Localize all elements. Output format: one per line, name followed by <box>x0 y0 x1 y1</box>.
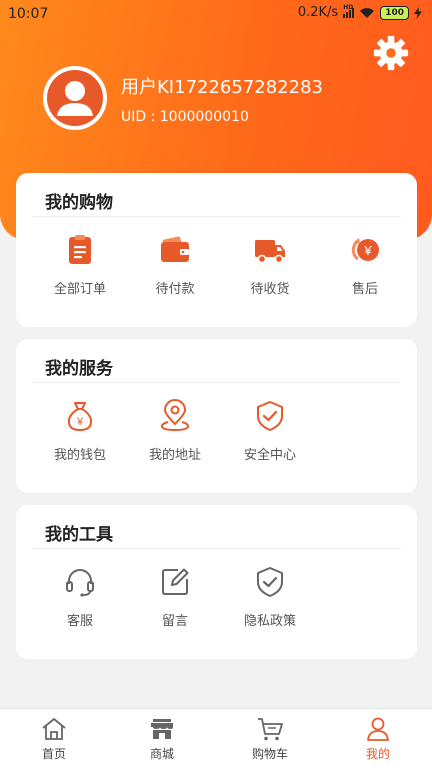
shopping-card: 我的购物 全部订单 待付款 待收货 ¥ 售后 <box>16 173 417 327</box>
pending-receipt-label: 待收货 <box>250 282 290 297</box>
security-center-label: 安全中心 <box>243 448 296 463</box>
after-sales-label: 售后 <box>351 282 378 297</box>
location-pin-icon <box>160 399 190 432</box>
privacy-policy-label: 隐私政策 <box>243 614 296 629</box>
tab-store[interactable]: 商城 <box>122 715 202 762</box>
settings-gear-icon[interactable] <box>372 34 410 72</box>
privacy-shield-icon <box>257 567 283 597</box>
status-time: 10:07 <box>8 6 49 22</box>
customer-service-button[interactable]: 客服 <box>32 565 128 629</box>
username: 用户KI1722657282283 <box>121 77 323 98</box>
tools-card: 我的工具 客服 留言 隐私政策 <box>16 505 417 659</box>
customer-service-label: 客服 <box>66 614 93 629</box>
divider <box>32 382 401 383</box>
all-orders-button[interactable]: 全部订单 <box>32 233 128 297</box>
message-button[interactable]: 留言 <box>127 565 223 629</box>
message-label: 留言 <box>161 614 188 629</box>
privacy-policy-button[interactable]: 隐私政策 <box>222 565 318 629</box>
shopping-card-title: 我的购物 <box>45 193 113 213</box>
services-card: 我的服务 ¥ 我的钱包 我的地址 安全中心 <box>16 339 417 493</box>
tab-cart-label: 购物车 <box>251 747 288 761</box>
signal-icon: HD <box>343 4 355 18</box>
charging-icon <box>414 6 422 19</box>
tools-card-title: 我的工具 <box>45 525 113 545</box>
cart-icon <box>258 718 283 741</box>
battery-icon: 100 <box>380 5 409 20</box>
wifi-icon <box>360 7 375 18</box>
order-list-icon <box>69 235 91 264</box>
all-orders-label: 全部订单 <box>53 282 106 297</box>
money-bag-icon: ¥ <box>67 402 93 431</box>
home-icon <box>42 718 66 740</box>
after-sales-button[interactable]: ¥ 售后 <box>317 233 413 297</box>
truck-icon <box>255 240 285 264</box>
edit-icon <box>162 568 189 595</box>
refund-icon: ¥ <box>351 238 379 261</box>
user-uid: UID : 1000000010 <box>121 109 249 125</box>
wallet-icon <box>161 236 189 262</box>
divider <box>32 548 401 549</box>
bottom-tab-bar: 首页 商城 购物车 我的 <box>0 708 432 768</box>
tab-home[interactable]: 首页 <box>14 715 94 762</box>
store-icon <box>151 719 173 739</box>
status-right-group: 0.2K/s HD 100 <box>297 4 422 20</box>
my-wallet-button[interactable]: ¥ 我的钱包 <box>32 399 128 463</box>
headset-icon <box>66 569 94 597</box>
tab-mine-label: 我的 <box>365 747 390 761</box>
security-center-button[interactable]: 安全中心 <box>222 399 318 463</box>
tab-store-label: 商城 <box>149 747 174 761</box>
svg-text:¥: ¥ <box>363 243 372 258</box>
pending-receipt-button[interactable]: 待收货 <box>222 233 318 297</box>
status-bar: 10:07 0.2K/s HD 100 <box>0 0 432 28</box>
my-address-label: 我的地址 <box>148 448 201 463</box>
svg-text:¥: ¥ <box>76 416 84 428</box>
pending-payment-label: 待付款 <box>155 282 195 297</box>
divider <box>32 216 401 217</box>
network-speed: 0.2K/s <box>297 5 339 20</box>
tab-cart[interactable]: 购物车 <box>230 715 310 762</box>
user-icon <box>367 717 389 741</box>
services-card-title: 我的服务 <box>45 359 113 379</box>
my-wallet-label: 我的钱包 <box>53 448 106 463</box>
my-address-button[interactable]: 我的地址 <box>127 399 223 463</box>
default-avatar-icon <box>47 70 103 126</box>
network-badge: HD <box>343 3 354 11</box>
shield-check-icon <box>257 401 283 431</box>
avatar[interactable] <box>43 66 107 130</box>
pending-payment-button[interactable]: 待付款 <box>127 233 223 297</box>
tab-home-label: 首页 <box>41 747 66 761</box>
tab-mine[interactable]: 我的 <box>338 715 418 762</box>
